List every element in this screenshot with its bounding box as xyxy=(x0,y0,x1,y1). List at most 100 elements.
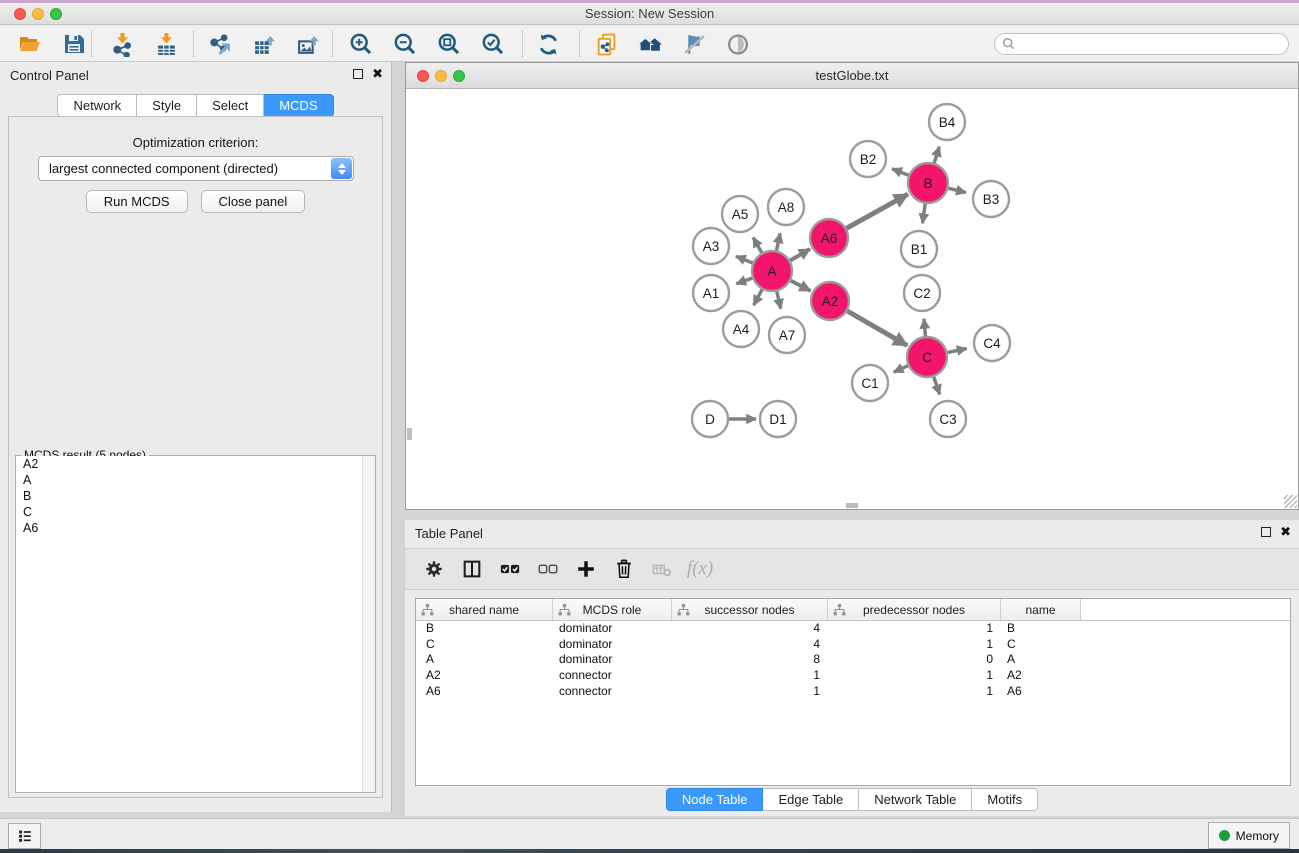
window-resize-grip[interactable] xyxy=(1284,495,1297,508)
node-A3[interactable]: A3 xyxy=(693,228,729,264)
cell-predecessor-nodes[interactable]: 0 xyxy=(828,652,1001,668)
select-all-columns-button[interactable] xyxy=(493,552,527,586)
edge-A-A8[interactable] xyxy=(777,233,781,250)
node-D[interactable]: D xyxy=(692,401,728,437)
edge-B-B2[interactable] xyxy=(892,169,908,176)
edge-A-A3[interactable] xyxy=(736,256,753,263)
cell-shared-name[interactable]: A6 xyxy=(416,684,553,700)
close-panel-button[interactable]: Close panel xyxy=(201,190,306,213)
cell-predecessor-nodes[interactable]: 1 xyxy=(828,668,1001,684)
table-row[interactable]: A2connector11A2 xyxy=(416,668,1290,684)
cell-name[interactable]: C xyxy=(1001,637,1081,653)
mcds-result-item[interactable]: A xyxy=(16,472,375,488)
node-B3[interactable]: B3 xyxy=(973,181,1009,217)
table-row[interactable]: Bdominator41B xyxy=(416,621,1290,637)
tab-network-table[interactable]: Network Table xyxy=(859,788,972,811)
cell-MCDS-role[interactable]: dominator xyxy=(553,637,672,653)
node-C[interactable]: C xyxy=(907,337,947,377)
criterion-dropdown[interactable]: largest connected component (directed) xyxy=(38,156,354,181)
edge-A-A2[interactable] xyxy=(791,281,811,291)
node-C2[interactable]: C2 xyxy=(904,275,940,311)
close-panel-icon[interactable]: ✖ xyxy=(372,68,383,80)
memory-button[interactable]: Memory xyxy=(1208,822,1290,849)
edge-A6-B[interactable] xyxy=(847,194,908,228)
column-header-name[interactable]: name xyxy=(1001,599,1081,620)
export-network-button[interactable] xyxy=(202,29,238,59)
edge-A-A7[interactable] xyxy=(777,291,781,308)
network-window-titlebar[interactable]: testGlobe.txt xyxy=(406,63,1298,89)
mcds-result-item[interactable]: C xyxy=(16,504,375,520)
zoom-window-button[interactable] xyxy=(50,8,62,20)
show-hide-panel-button[interactable] xyxy=(720,29,756,59)
node-A8[interactable]: A8 xyxy=(768,189,804,225)
column-header-successor-nodes[interactable]: successor nodes xyxy=(672,599,828,620)
node-C3[interactable]: C3 xyxy=(930,401,966,437)
node-B4[interactable]: B4 xyxy=(929,104,965,140)
cell-name[interactable]: A6 xyxy=(1001,684,1081,700)
node-A6[interactable]: A6 xyxy=(810,219,848,257)
float-panel-icon[interactable] xyxy=(353,69,363,79)
refresh-view-button[interactable] xyxy=(530,29,566,59)
edge-B-B4[interactable] xyxy=(934,147,939,163)
result-list-scrollbar[interactable] xyxy=(362,456,375,792)
search-box[interactable] xyxy=(994,33,1289,55)
node-A4[interactable]: A4 xyxy=(723,311,759,347)
cell-predecessor-nodes[interactable]: 1 xyxy=(828,684,1001,700)
edge-A-A6[interactable] xyxy=(790,249,810,261)
node-A5[interactable]: A5 xyxy=(722,196,758,232)
node-C1[interactable]: C1 xyxy=(852,365,888,401)
edge-A2-C[interactable] xyxy=(847,311,907,346)
close-table-panel-icon[interactable]: ✖ xyxy=(1280,526,1291,538)
zoom-selected-button[interactable] xyxy=(475,29,511,59)
cell-successor-nodes[interactable]: 4 xyxy=(672,621,828,637)
create-column-button[interactable] xyxy=(569,552,603,586)
edge-A-A5[interactable] xyxy=(753,238,762,253)
delete-column-button[interactable] xyxy=(607,552,641,586)
cell-successor-nodes[interactable]: 1 xyxy=(672,684,828,700)
close-window-button[interactable] xyxy=(14,8,26,20)
tab-style[interactable]: Style xyxy=(137,94,197,117)
import-network-button[interactable] xyxy=(104,29,140,59)
mcds-result-item[interactable]: A6 xyxy=(16,520,375,536)
node-A2[interactable]: A2 xyxy=(811,282,849,320)
node-A[interactable]: A xyxy=(752,251,792,291)
cell-shared-name[interactable]: C xyxy=(416,637,553,653)
edge-C-C4[interactable] xyxy=(948,349,967,353)
network-zoom-button[interactable] xyxy=(453,70,465,82)
node-D1[interactable]: D1 xyxy=(760,401,796,437)
export-image-button[interactable] xyxy=(290,29,326,59)
node-B[interactable]: B xyxy=(908,163,948,203)
edge-C-C1[interactable] xyxy=(894,366,908,373)
edge-C-C3[interactable] xyxy=(934,377,940,395)
table-row[interactable]: Cdominator41C xyxy=(416,637,1290,653)
node-B1[interactable]: B1 xyxy=(901,231,937,267)
edge-C-C2[interactable] xyxy=(924,319,925,336)
tab-edge-table[interactable]: Edge Table xyxy=(763,788,859,811)
first-neighbors-button[interactable] xyxy=(632,29,668,59)
run-mcds-button[interactable]: Run MCDS xyxy=(86,190,188,213)
cell-shared-name[interactable]: A xyxy=(416,652,553,668)
network-canvas[interactable]: B4B2BB3A8A5A6A3B1AA1C2A2A4A7C4CC1C3DD1 xyxy=(406,89,1298,509)
tab-network[interactable]: Network xyxy=(57,94,137,117)
search-input[interactable] xyxy=(1016,37,1276,51)
open-session-button[interactable] xyxy=(12,29,48,59)
node-B2[interactable]: B2 xyxy=(850,141,886,177)
node-A7[interactable]: A7 xyxy=(769,317,805,353)
cell-successor-nodes[interactable]: 1 xyxy=(672,668,828,684)
column-header-shared-name[interactable]: shared name xyxy=(416,599,553,620)
network-minimize-button[interactable] xyxy=(435,70,447,82)
zoom-fit-button[interactable] xyxy=(431,29,467,59)
tab-select[interactable]: Select xyxy=(197,94,264,117)
column-header-predecessor-nodes[interactable]: predecessor nodes xyxy=(828,599,1001,620)
split-table-view-button[interactable] xyxy=(455,552,489,586)
cell-successor-nodes[interactable]: 4 xyxy=(672,637,828,653)
tab-node-table[interactable]: Node Table xyxy=(666,788,764,811)
save-session-button[interactable] xyxy=(56,29,92,59)
cell-predecessor-nodes[interactable]: 1 xyxy=(828,621,1001,637)
cell-name[interactable]: A2 xyxy=(1001,668,1081,684)
edge-A-A4[interactable] xyxy=(754,290,762,306)
edge-B-B3[interactable] xyxy=(948,188,965,192)
cell-name[interactable]: B xyxy=(1001,621,1081,637)
cell-name[interactable]: A xyxy=(1001,652,1081,668)
cell-shared-name[interactable]: B xyxy=(416,621,553,637)
